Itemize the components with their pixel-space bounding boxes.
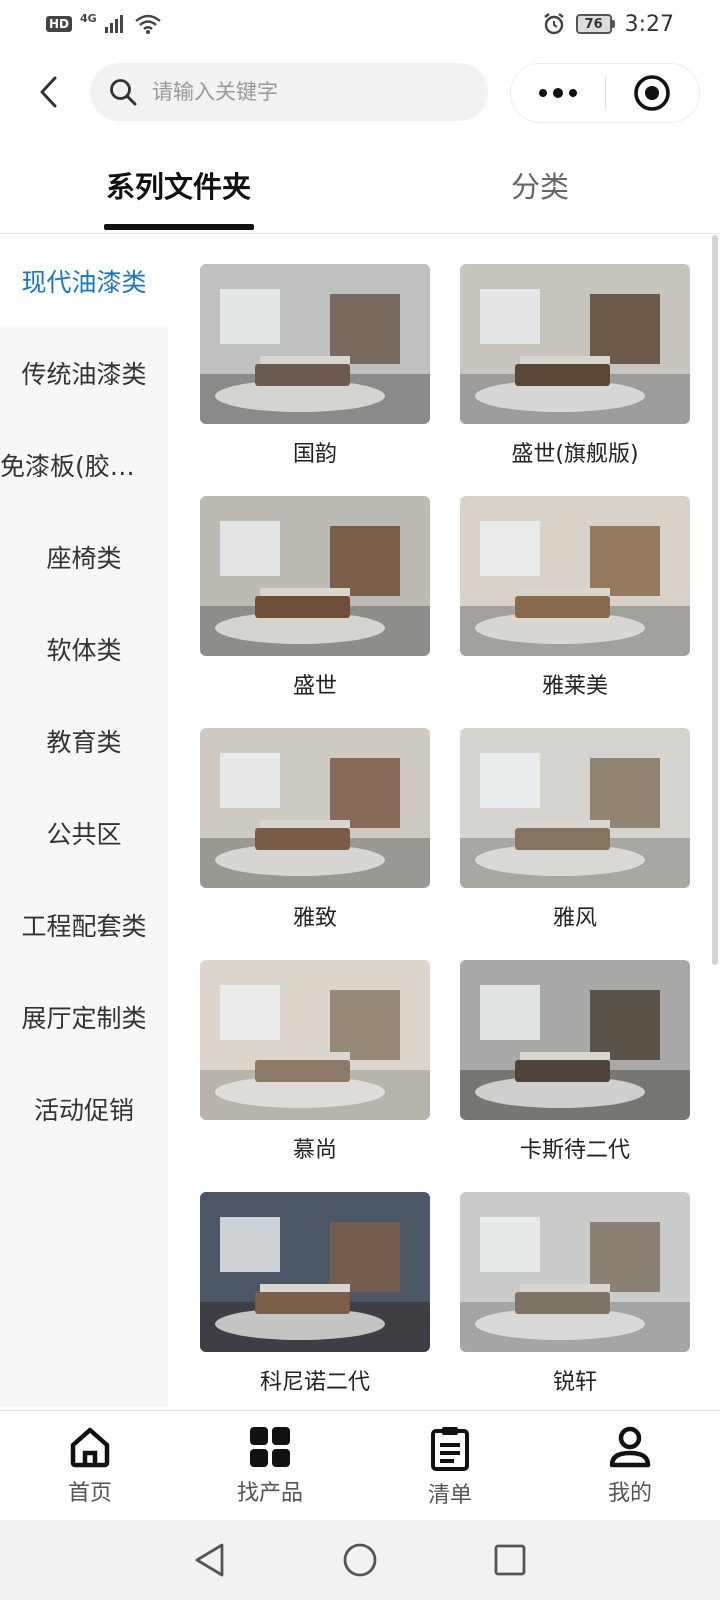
sidebar-item-promotions[interactable]: 活动促销 (0, 1063, 168, 1155)
product-card[interactable]: 国韵 (200, 264, 430, 468)
sidebar-item-modern-paint[interactable]: 现代油漆类 (0, 235, 168, 327)
home-icon (70, 1427, 110, 1468)
product-thumbnail (200, 1192, 430, 1352)
back-button[interactable] (26, 70, 70, 114)
alarm-icon (543, 13, 564, 35)
clipboard-icon (431, 1427, 469, 1471)
triangle-back-icon (195, 1543, 224, 1577)
hd-badge: HD (46, 16, 73, 32)
more-dots-icon (538, 88, 577, 98)
sidebar-item-public-area[interactable]: 公共区 (0, 787, 168, 879)
system-navigation-bar (0, 1520, 720, 1600)
status-left: HD 4G (46, 11, 161, 34)
more-menu-button[interactable] (511, 64, 605, 122)
tab-series-folder[interactable]: 系列文件夹 (106, 164, 251, 206)
sidebar-item-engineering[interactable]: 工程配套类 (0, 879, 168, 971)
product-name: 卡斯待二代 (519, 1138, 630, 1163)
product-name: 盛世(旗舰版) (511, 442, 639, 467)
product-name: 盛世 (292, 674, 337, 699)
product-name: 慕尚 (292, 1138, 337, 1163)
product-photo (460, 264, 690, 424)
scrollbar[interactable] (712, 235, 718, 965)
product-card[interactable]: 盛世 (200, 496, 430, 700)
product-photo (460, 960, 690, 1120)
product-thumbnail (460, 496, 690, 656)
product-card[interactable]: 卡斯待二代 (460, 960, 690, 1164)
sidebar-item-seating[interactable]: 座椅类 (0, 511, 168, 603)
product-name: 国韵 (292, 442, 337, 467)
status-bar: HD 4G 76 3:27 (0, 0, 720, 48)
bottom-tab-find-products[interactable]: 找产品 (180, 1411, 360, 1520)
bottom-tab-list[interactable]: 清单 (360, 1411, 540, 1520)
bottom-tab-label: 首页 (67, 1481, 112, 1506)
mini-program-capsule (510, 63, 700, 123)
product-thumbnail (200, 264, 430, 424)
close-mini-program-button[interactable] (606, 64, 700, 122)
battery-tip (611, 20, 615, 28)
signal-icon (104, 15, 123, 33)
status-right: 76 3:27 (542, 12, 674, 37)
sidebar-item-paint-free-board[interactable]: 免漆板(胶… (0, 419, 168, 511)
product-photo (460, 1192, 690, 1352)
sidebar-item-education[interactable]: 教育类 (0, 695, 168, 787)
search-bar[interactable] (90, 63, 488, 121)
product-thumbnail (200, 496, 430, 656)
product-photo (200, 728, 430, 888)
product-thumbnail (460, 728, 690, 888)
product-thumbnail (460, 264, 690, 424)
search-icon (110, 79, 137, 106)
product-card[interactable]: 雅莱美 (460, 496, 690, 700)
product-photo (200, 960, 430, 1120)
bottom-tab-bar: 首页 找产品 清单 我的 (0, 1410, 720, 1520)
product-photo (200, 496, 430, 656)
product-thumbnail (460, 960, 690, 1120)
product-card[interactable]: 锐轩 (460, 1192, 690, 1396)
product-thumbnail (460, 1192, 690, 1352)
product-name: 雅致 (292, 906, 337, 931)
clock: 3:27 (624, 11, 674, 37)
bottom-tab-profile[interactable]: 我的 (540, 1411, 720, 1520)
circle-home-icon (343, 1543, 377, 1577)
system-back-button[interactable] (190, 1540, 230, 1580)
category-sidebar: 现代油漆类 传统油漆类 免漆板(胶… 座椅类 软体类 教育类 公共区 工程配套类… (0, 235, 168, 1407)
product-thumbnail (200, 728, 430, 888)
battery-indicator: 76 (575, 14, 615, 34)
sidebar-item-upholstery[interactable]: 软体类 (0, 603, 168, 695)
product-photo (460, 496, 690, 656)
product-name: 锐轩 (552, 1370, 597, 1395)
user-icon (609, 1426, 651, 1468)
bottom-tab-label: 找产品 (236, 1481, 303, 1506)
system-recents-button[interactable] (490, 1540, 530, 1580)
product-photo (200, 1192, 430, 1352)
wifi-icon (134, 14, 161, 34)
target-close-icon (634, 75, 671, 111)
product-card[interactable]: 盛世(旗舰版) (460, 264, 690, 468)
chevron-left-icon (40, 76, 57, 108)
search-input[interactable] (152, 80, 452, 104)
product-card[interactable]: 雅风 (460, 728, 690, 932)
bottom-tab-home[interactable]: 首页 (0, 1411, 180, 1520)
battery-level: 76 (575, 14, 612, 34)
product-card[interactable]: 雅致 (200, 728, 430, 932)
square-recents-icon (494, 1544, 526, 1576)
tab-bar: 系列文件夹 分类 (0, 150, 720, 234)
system-home-button[interactable] (340, 1540, 380, 1580)
product-thumbnail (200, 960, 430, 1120)
product-card[interactable]: 科尼诺二代 (200, 1192, 430, 1396)
top-nav (0, 60, 720, 124)
product-card[interactable]: 慕尚 (200, 960, 430, 1164)
product-photo (460, 728, 690, 888)
product-name: 雅风 (552, 906, 597, 931)
bottom-tab-label: 清单 (427, 1483, 472, 1508)
product-name: 雅莱美 (541, 674, 608, 699)
product-name: 科尼诺二代 (259, 1370, 370, 1395)
sidebar-item-showroom-custom[interactable]: 展厅定制类 (0, 971, 168, 1063)
bottom-tab-label: 我的 (607, 1481, 652, 1506)
grid-icon (250, 1427, 290, 1467)
tab-category[interactable]: 分类 (511, 164, 569, 206)
active-tab-indicator (104, 224, 254, 230)
network-type-label: 4G (80, 11, 97, 25)
product-photo (200, 264, 430, 424)
sidebar-item-traditional-paint[interactable]: 传统油漆类 (0, 327, 168, 419)
